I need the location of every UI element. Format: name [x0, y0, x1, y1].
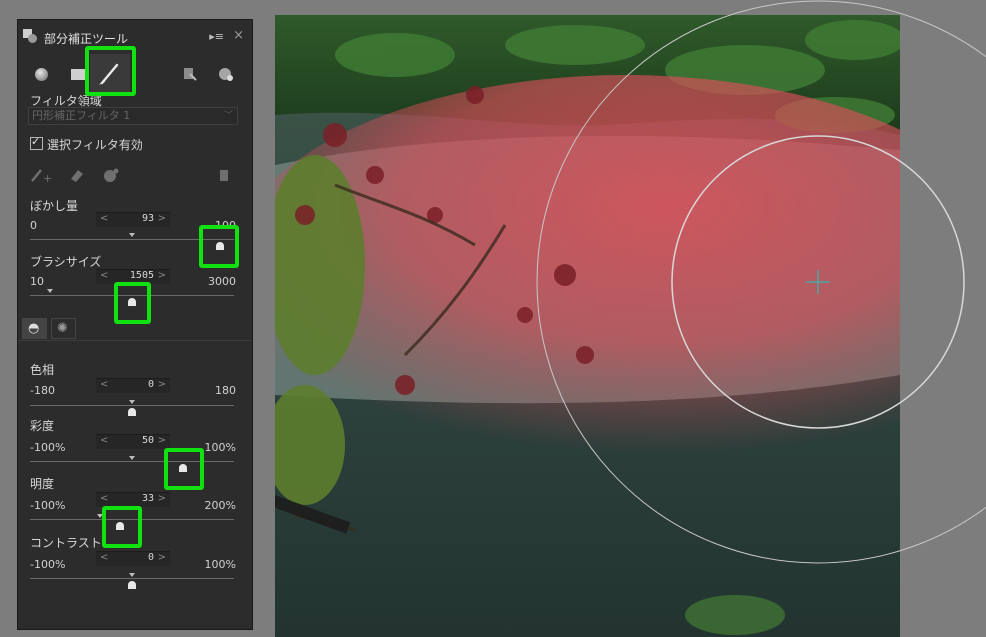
blur-label: ぼかし量: [30, 199, 79, 213]
brightness-min: -100%: [30, 499, 66, 512]
default-marker: [47, 289, 54, 294]
brush-size-min: 10: [30, 275, 44, 288]
filter-select-value: 円形補正フィルタ 1: [32, 109, 131, 122]
brush-size-label: ブラシサイズ: [30, 255, 102, 269]
paint-icon: ◓: [28, 321, 40, 336]
saturation-value[interactable]: 50: [142, 435, 154, 446]
tool-selector-row: [18, 54, 252, 94]
chevron-down-icon: ﹀: [223, 111, 233, 121]
brush-size-stepper[interactable]: < 1505 >: [96, 269, 170, 284]
increment-icon[interactable]: >: [158, 435, 166, 446]
brightness-value[interactable]: 33: [142, 493, 154, 504]
contrast-stepper[interactable]: < 0 >: [96, 551, 170, 566]
copy-mask-icon[interactable]: [180, 64, 200, 84]
saturation-min: -100%: [30, 441, 66, 454]
brightness-max: 200%: [204, 499, 236, 512]
tab-light[interactable]: ✺: [51, 318, 76, 339]
blur-stepper[interactable]: < 93 >: [96, 212, 170, 227]
saturation-max: 100%: [204, 441, 236, 454]
increment-icon[interactable]: >: [158, 213, 166, 224]
increment-icon[interactable]: >: [158, 270, 166, 281]
sun-icon: ✺: [57, 321, 68, 336]
increment-icon[interactable]: >: [158, 552, 166, 563]
brush-size-slider-thumb[interactable]: [128, 298, 136, 306]
hue-stepper[interactable]: < 0 >: [96, 378, 170, 393]
decrement-icon[interactable]: <: [100, 435, 108, 446]
hue-slider-thumb[interactable]: [128, 408, 136, 416]
saturation-slider-track[interactable]: [30, 461, 234, 462]
hue-min: -180: [30, 384, 55, 397]
brightness-slider-track[interactable]: [30, 519, 234, 520]
brightness-label: 明度: [30, 477, 55, 491]
image-canvas[interactable]: [275, 15, 900, 637]
contrast-label: コントラスト: [30, 536, 102, 550]
tab-color[interactable]: ◓: [22, 318, 47, 339]
enable-filter-checkbox[interactable]: 選択フィルタ有効: [30, 135, 143, 153]
contrast-max: 100%: [204, 558, 236, 571]
blur-slider-track[interactable]: [30, 239, 234, 240]
blur-min: 0: [30, 219, 37, 232]
decrement-icon[interactable]: <: [100, 213, 108, 224]
checkbox-icon: [30, 135, 43, 150]
panel-titlebar: 部分補正ツール ▸≡ ×: [18, 20, 252, 54]
circle-filter-tool-icon[interactable]: [31, 64, 51, 84]
partial-correction-panel: 部分補正ツール ▸≡ × フィルタ領域 円形補正フィルタ 1 ﹀ ✓選択フィルタ…: [17, 19, 253, 630]
blur-slider-thumb[interactable]: [215, 242, 224, 250]
gradient-filter-tool-icon[interactable]: [68, 64, 88, 84]
hue-value[interactable]: 0: [148, 379, 154, 390]
photo-preview: [275, 15, 900, 637]
eraser-icon[interactable]: [68, 167, 86, 187]
adjustment-tabs: ◓ ✺: [18, 318, 252, 341]
auto-mask-icon[interactable]: [102, 167, 120, 187]
brush-size-slider-track[interactable]: [30, 295, 234, 296]
blur-value[interactable]: 93: [142, 213, 154, 224]
increment-icon[interactable]: >: [158, 379, 166, 390]
filter-select[interactable]: 円形補正フィルタ 1 ﹀: [28, 107, 238, 125]
decrement-icon[interactable]: <: [100, 270, 108, 281]
contrast-min: -100%: [30, 558, 66, 571]
panel-menu-icon[interactable]: ▸≡: [209, 30, 224, 43]
delete-icon[interactable]: [218, 167, 230, 187]
contrast-slider-thumb[interactable]: [128, 581, 136, 589]
tool-panel-icon: [23, 29, 37, 43]
decrement-icon[interactable]: <: [100, 493, 108, 504]
hue-max: 180: [215, 384, 236, 397]
brightness-stepper[interactable]: < 33 >: [96, 492, 170, 507]
brightness-slider-thumb[interactable]: [115, 522, 124, 530]
hue-slider-track[interactable]: [30, 405, 234, 406]
increment-icon[interactable]: >: [158, 493, 166, 504]
saturation-stepper[interactable]: < 50 >: [96, 434, 170, 449]
enable-filter-label: 選択フィルタ有効: [47, 138, 143, 152]
hue-label: 色相: [30, 363, 55, 377]
panel-title: 部分補正ツール: [44, 32, 129, 46]
svg-text:+: +: [43, 172, 52, 183]
contrast-value[interactable]: 0: [148, 552, 154, 563]
close-icon[interactable]: ×: [233, 28, 244, 43]
blur-max: 100: [215, 219, 236, 232]
brush-size-value[interactable]: 1505: [130, 270, 154, 281]
saturation-label: 彩度: [30, 419, 55, 433]
brush-size-max: 3000: [208, 275, 236, 288]
contrast-slider-track[interactable]: [30, 578, 234, 579]
add-brush-icon[interactable]: +: [30, 167, 52, 187]
decrement-icon[interactable]: <: [100, 552, 108, 563]
decrement-icon[interactable]: <: [100, 379, 108, 390]
default-marker: [129, 233, 136, 238]
brush-tool-icon[interactable]: [90, 54, 130, 94]
mask-display-icon[interactable]: [216, 64, 236, 84]
saturation-slider-thumb[interactable]: [179, 464, 187, 472]
